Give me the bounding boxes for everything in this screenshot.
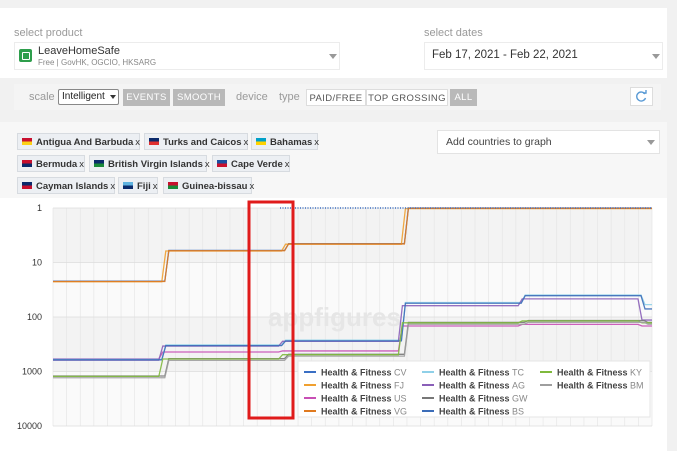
flag-icon [22, 159, 32, 167]
flag-icon [22, 181, 32, 189]
remove-tag-button[interactable]: x [285, 159, 290, 170]
type-all-button[interactable]: ALL [450, 89, 477, 106]
legend-country-code: TC [512, 368, 524, 378]
country-tag-label: Cayman Islands [36, 181, 109, 192]
legend-label: Health & Fitness FJ [321, 381, 404, 391]
scale-label: scale [29, 91, 55, 103]
app-icon [19, 49, 32, 62]
legend-label: Health & Fitness AG [439, 381, 525, 391]
add-countries-select[interactable]: Add countries to graph [437, 130, 660, 154]
remove-tag-button[interactable]: x [135, 137, 140, 148]
country-tag: Antigua And Barbuda x [17, 133, 140, 150]
flag-icon [217, 159, 227, 167]
country-tag-label: Cape Verde [231, 159, 283, 170]
product-select[interactable]: LeaveHomeSafe Free | GovHK, OGCIO, HKSAR… [14, 42, 340, 70]
country-tag-label: Bermuda [36, 159, 78, 170]
remove-tag-button[interactable]: x [249, 181, 254, 192]
flag-icon [123, 181, 133, 189]
refresh-button[interactable] [630, 87, 653, 106]
country-tag: Bermuda x [17, 155, 85, 172]
add-countries-placeholder: Add countries to graph [446, 136, 552, 148]
chevron-down-icon [110, 95, 116, 99]
country-tag: British Virgin Islands x [89, 155, 210, 172]
country-tag: Bahamas x [251, 133, 319, 150]
flag-icon [94, 159, 104, 167]
rank-chart: 1 10 100 1000 10000 appfigures Health & Fitnes… [17, 200, 653, 431]
country-tag-label: British Virgin Islands [108, 159, 203, 170]
watermark: appfigures [268, 302, 401, 332]
date-range-value: Feb 17, 2021 - Feb 22, 2021 [432, 49, 578, 61]
legend-country-code: KY [630, 368, 642, 378]
y-tick-label: 100 [27, 312, 42, 322]
remove-tag-button[interactable]: x [79, 159, 84, 170]
country-tag: Guinea-bissau x [163, 177, 254, 194]
country-tag-label: Guinea-bissau [182, 181, 248, 192]
type-label: type [279, 91, 300, 103]
remove-tag-button[interactable]: x [244, 137, 249, 148]
legend-country-code: VG [394, 407, 407, 417]
product-subtitle: Free | GovHK, OGCIO, HKSARG [38, 58, 157, 67]
legend-label: Health & Fitness GW [439, 394, 528, 404]
legend-label: Health & Fitness VG [321, 407, 407, 417]
type-top-grossing-button[interactable]: TOP GROSSING [366, 89, 448, 106]
country-tag: Fiji x [118, 177, 158, 194]
flag-icon [22, 137, 32, 145]
legend-country-code: GW [512, 394, 528, 404]
y-tick-label: 1000 [22, 367, 42, 377]
remove-tag-button[interactable]: x [205, 159, 210, 170]
smooth-button[interactable]: SMOOTH [173, 89, 225, 106]
select-dates-label: select dates [424, 27, 483, 39]
legend-country-code: BM [630, 381, 644, 391]
chevron-down-icon [647, 140, 655, 145]
events-button[interactable]: EVENTS [123, 89, 170, 106]
legend-label: Health & Fitness KY [557, 368, 642, 378]
scale-select[interactable]: Intelligent [58, 89, 119, 105]
type-paid-free-button[interactable]: PAID/FREE [306, 89, 366, 106]
legend-label: Health & Fitness US [321, 394, 407, 404]
y-tick-label: 1 [37, 203, 42, 213]
country-tag: Turks and Caicos x [144, 133, 248, 150]
chevron-down-icon [652, 54, 660, 59]
legend-country-code: US [394, 394, 407, 404]
y-tick-label: 10 [32, 258, 42, 268]
legend-label: Health & Fitness CV [321, 368, 407, 378]
flag-icon [256, 137, 266, 145]
flag-icon [149, 137, 159, 145]
legend-country-code: BS [512, 407, 524, 417]
legend-label: Health & Fitness BS [439, 407, 524, 417]
remove-tag-button[interactable]: x [110, 181, 115, 192]
legend-country-code: AG [512, 381, 525, 391]
country-tag-label: Antigua And Barbuda [36, 137, 134, 148]
legend-label: Health & Fitness BM [557, 381, 644, 391]
refresh-icon [636, 90, 647, 102]
legend-label: Health & Fitness TC [439, 368, 525, 378]
country-tag: Cayman Islands x [17, 177, 115, 194]
country-tag-label: Turks and Caicos [163, 137, 242, 148]
flag-icon [168, 181, 178, 189]
date-range-select[interactable]: Feb 17, 2021 - Feb 22, 2021 [424, 42, 663, 70]
country-tag-label: Fiji [137, 181, 151, 192]
product-name: LeaveHomeSafe [38, 45, 120, 57]
chevron-down-icon [329, 54, 337, 59]
select-product-label: select product [14, 27, 83, 39]
remove-tag-button[interactable]: x [153, 181, 158, 192]
country-tag: Cape Verde x [212, 155, 290, 172]
device-label: device [236, 91, 268, 103]
y-tick-label: 10000 [17, 421, 42, 431]
remove-tag-button[interactable]: x [314, 137, 319, 148]
legend-country-code: FJ [394, 381, 404, 391]
legend-country-code: CV [394, 368, 407, 378]
country-tag-label: Bahamas [270, 137, 313, 148]
